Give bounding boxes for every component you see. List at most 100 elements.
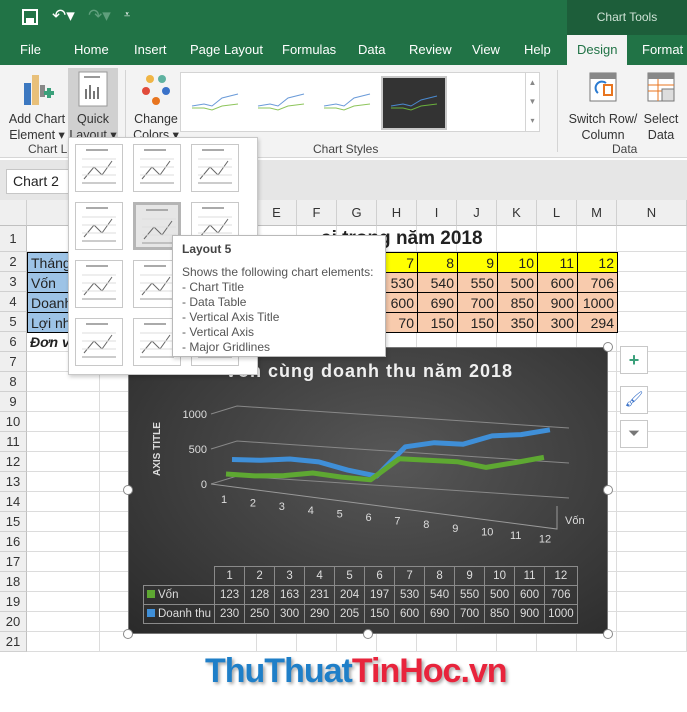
- chart-style-4-selected[interactable]: [381, 76, 447, 130]
- resize-handle[interactable]: [123, 485, 133, 495]
- cell[interactable]: [617, 532, 687, 552]
- data-cell[interactable]: 900: [537, 292, 578, 313]
- cell[interactable]: [27, 552, 100, 572]
- data-cell[interactable]: 850: [497, 292, 538, 313]
- chart-styles-brush-icon[interactable]: 🖌: [620, 386, 648, 414]
- row-header-18[interactable]: 18: [0, 572, 27, 592]
- tab-insert[interactable]: Insert: [134, 35, 167, 65]
- cell[interactable]: [617, 552, 687, 572]
- cell[interactable]: [617, 512, 687, 532]
- layout-option-7[interactable]: [75, 260, 123, 308]
- cell[interactable]: [617, 252, 687, 272]
- data-cell[interactable]: 9: [457, 252, 498, 273]
- tab-review[interactable]: Review: [409, 35, 452, 65]
- data-cell[interactable]: 706: [577, 272, 618, 293]
- column-header-E[interactable]: E: [257, 200, 297, 226]
- save-icon[interactable]: [22, 9, 38, 25]
- row-header-10[interactable]: 10: [0, 412, 27, 432]
- tab-data[interactable]: Data: [358, 35, 385, 65]
- undo-icon[interactable]: ↶▾: [52, 6, 75, 26]
- cell[interactable]: [27, 612, 100, 632]
- cell[interactable]: [27, 632, 100, 652]
- row-header-3[interactable]: 3: [0, 272, 27, 292]
- cell[interactable]: [297, 632, 337, 652]
- row-header-1[interactable]: 1: [0, 226, 27, 252]
- row-header-2[interactable]: 2: [0, 252, 27, 272]
- column-header-F[interactable]: F: [297, 200, 337, 226]
- cell[interactable]: [497, 632, 537, 652]
- column-header-I[interactable]: I: [417, 200, 457, 226]
- cell[interactable]: [617, 272, 687, 292]
- cell[interactable]: [27, 492, 100, 512]
- column-header-J[interactable]: J: [457, 200, 497, 226]
- cell[interactable]: [27, 452, 100, 472]
- cell[interactable]: [537, 632, 577, 652]
- column-header-M[interactable]: M: [577, 200, 617, 226]
- row-header-20[interactable]: 20: [0, 612, 27, 632]
- series-line-doanh-thu[interactable]: [231, 427, 551, 479]
- layout-option-3[interactable]: [191, 144, 239, 192]
- cell[interactable]: [457, 632, 497, 652]
- select-data-button[interactable]: Select Data: [640, 71, 682, 143]
- chart-style-1[interactable]: [184, 76, 246, 130]
- switch-row-column-button[interactable]: Switch Row/ Column: [566, 71, 640, 143]
- data-cell[interactable]: 12: [577, 252, 618, 273]
- cell[interactable]: [617, 312, 687, 332]
- cell[interactable]: [617, 492, 687, 512]
- tab-format[interactable]: Format: [642, 35, 683, 65]
- cell[interactable]: [27, 372, 100, 392]
- cell[interactable]: [27, 392, 100, 412]
- data-cell[interactable]: 700: [457, 292, 498, 313]
- cell[interactable]: [27, 532, 100, 552]
- row-header-14[interactable]: 14: [0, 492, 27, 512]
- data-cell[interactable]: 8: [417, 252, 458, 273]
- data-cell[interactable]: 600: [537, 272, 578, 293]
- cell[interactable]: [27, 512, 100, 532]
- row-header-21[interactable]: 21: [0, 632, 27, 652]
- row-header-8[interactable]: 8: [0, 372, 27, 392]
- chart-style-2[interactable]: [250, 76, 312, 130]
- tab-file[interactable]: File: [20, 35, 41, 65]
- resize-handle[interactable]: [603, 342, 613, 352]
- data-cell[interactable]: 11: [537, 252, 578, 273]
- data-cell[interactable]: 550: [457, 272, 498, 293]
- cell[interactable]: [617, 452, 687, 472]
- row-header-4[interactable]: 4: [0, 292, 27, 312]
- tab-formulas[interactable]: Formulas: [282, 35, 336, 65]
- quick-layout-button[interactable]: Quick Layout ▾: [68, 68, 118, 142]
- cell[interactable]: [617, 592, 687, 612]
- tab-design[interactable]: Design: [567, 35, 627, 65]
- row-header-19[interactable]: 19: [0, 592, 27, 612]
- row-header-9[interactable]: 9: [0, 392, 27, 412]
- data-cell[interactable]: 350: [497, 312, 538, 333]
- row-header-17[interactable]: 17: [0, 552, 27, 572]
- resize-handle[interactable]: [603, 485, 613, 495]
- gallery-scroll[interactable]: ▲ ▼ ▾: [525, 73, 539, 131]
- data-cell[interactable]: 540: [417, 272, 458, 293]
- column-header-K[interactable]: K: [497, 200, 537, 226]
- data-cell[interactable]: 10: [497, 252, 538, 273]
- chart-filters-icon[interactable]: ⏷: [620, 420, 648, 448]
- resize-handle[interactable]: [603, 629, 613, 639]
- column-header-L[interactable]: L: [537, 200, 577, 226]
- cell[interactable]: [27, 572, 100, 592]
- tab-view[interactable]: View: [472, 35, 500, 65]
- chart-style-3[interactable]: [316, 76, 378, 130]
- resize-handle[interactable]: [363, 629, 373, 639]
- select-all-corner[interactable]: [0, 200, 27, 226]
- row-header-16[interactable]: 16: [0, 532, 27, 552]
- cell[interactable]: [617, 226, 687, 252]
- data-cell[interactable]: 500: [497, 272, 538, 293]
- cell[interactable]: [617, 292, 687, 312]
- column-header-G[interactable]: G: [337, 200, 377, 226]
- add-chart-element-button[interactable]: Add Chart Element ▾: [6, 71, 68, 143]
- layout-option-2[interactable]: [133, 144, 181, 192]
- cell[interactable]: [617, 632, 687, 652]
- data-cell[interactable]: 150: [417, 312, 458, 333]
- resize-handle[interactable]: [123, 629, 133, 639]
- layout-option-4[interactable]: [75, 202, 123, 250]
- cell[interactable]: [377, 632, 417, 652]
- redo-icon[interactable]: ↷▾: [88, 6, 111, 26]
- data-cell[interactable]: 294: [577, 312, 618, 333]
- change-colors-button[interactable]: Change Colors ▾: [132, 71, 180, 143]
